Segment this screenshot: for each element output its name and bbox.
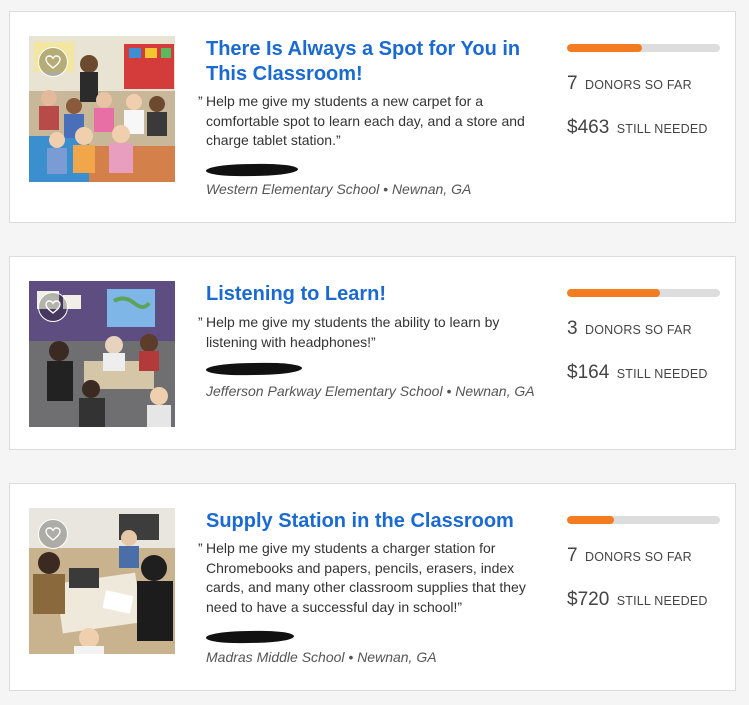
heart-outline-icon: [45, 527, 61, 541]
project-quote: ” Help me give my students the ability t…: [198, 313, 536, 352]
donors-count-value: 7: [567, 73, 578, 94]
project-quote: ” Help me give my students a charger sta…: [198, 539, 536, 617]
project-quote: ” Help me give my students a new carpet …: [198, 92, 536, 151]
donors-count-value: 7: [567, 545, 578, 566]
donors-count-label: DONORS SO FAR: [585, 323, 692, 337]
still-needed: $463 STILL NEEDED: [567, 117, 708, 139]
project-title[interactable]: There Is Always a Spot for You in This C…: [206, 37, 546, 87]
project-photo[interactable]: [29, 281, 175, 427]
project-title[interactable]: Supply Station in the Classroom: [206, 509, 546, 534]
funding-progress-bar: [567, 44, 720, 52]
funding-progress-fill: [567, 44, 642, 52]
donors-count-value: 3: [567, 318, 578, 339]
still-needed-amount: $720: [567, 589, 610, 610]
donors-count: 3 DONORS SO FAR: [567, 318, 692, 340]
teacher-name-redacted: [205, 362, 303, 376]
teacher-name-redacted: [205, 630, 295, 644]
project-quote-text: Help me give my students a charger stati…: [206, 540, 526, 615]
favorite-button[interactable]: [38, 292, 68, 322]
funding-progress-fill: [567, 516, 615, 524]
quote-mark: ”: [198, 93, 203, 109]
school-location: Jefferson Parkway Elementary School • Ne…: [206, 383, 535, 399]
heart-outline-icon: [45, 300, 61, 314]
still-needed-amount: $463: [567, 117, 610, 138]
still-needed-amount: $164: [567, 362, 610, 383]
funding-progress-fill: [567, 289, 661, 297]
donors-count: 7 DONORS SO FAR: [567, 73, 692, 95]
funding-progress-bar: [567, 516, 720, 524]
still-needed-label: STILL NEEDED: [616, 594, 708, 608]
project-card[interactable]: There Is Always a Spot for You in This C…: [9, 11, 736, 223]
favorite-button[interactable]: [38, 47, 68, 77]
teacher-name-redacted: [205, 163, 299, 177]
project-card[interactable]: Supply Station in the Classroom ” Help m…: [9, 483, 736, 691]
still-needed: $720 STILL NEEDED: [567, 589, 708, 611]
quote-mark: ”: [198, 540, 203, 556]
project-quote-text: Help me give my students the ability to …: [206, 314, 500, 350]
project-quote-text: Help me give my students a new carpet fo…: [206, 93, 525, 148]
donors-count-label: DONORS SO FAR: [585, 78, 692, 92]
project-photo[interactable]: [29, 36, 175, 182]
project-title[interactable]: Listening to Learn!: [206, 282, 546, 307]
still-needed: $164 STILL NEEDED: [567, 362, 708, 384]
school-location: Madras Middle School • Newnan, GA: [206, 649, 437, 665]
funding-progress-bar: [567, 289, 720, 297]
still-needed-label: STILL NEEDED: [616, 367, 708, 381]
quote-mark: ”: [198, 314, 203, 330]
still-needed-label: STILL NEEDED: [616, 122, 708, 136]
heart-outline-icon: [45, 55, 61, 69]
project-card[interactable]: Listening to Learn! ” Help me give my st…: [9, 256, 736, 450]
project-photo[interactable]: [29, 508, 175, 654]
donors-count: 7 DONORS SO FAR: [567, 545, 692, 567]
donors-count-label: DONORS SO FAR: [585, 550, 692, 564]
school-location: Western Elementary School • Newnan, GA: [206, 181, 472, 197]
favorite-button[interactable]: [38, 519, 68, 549]
